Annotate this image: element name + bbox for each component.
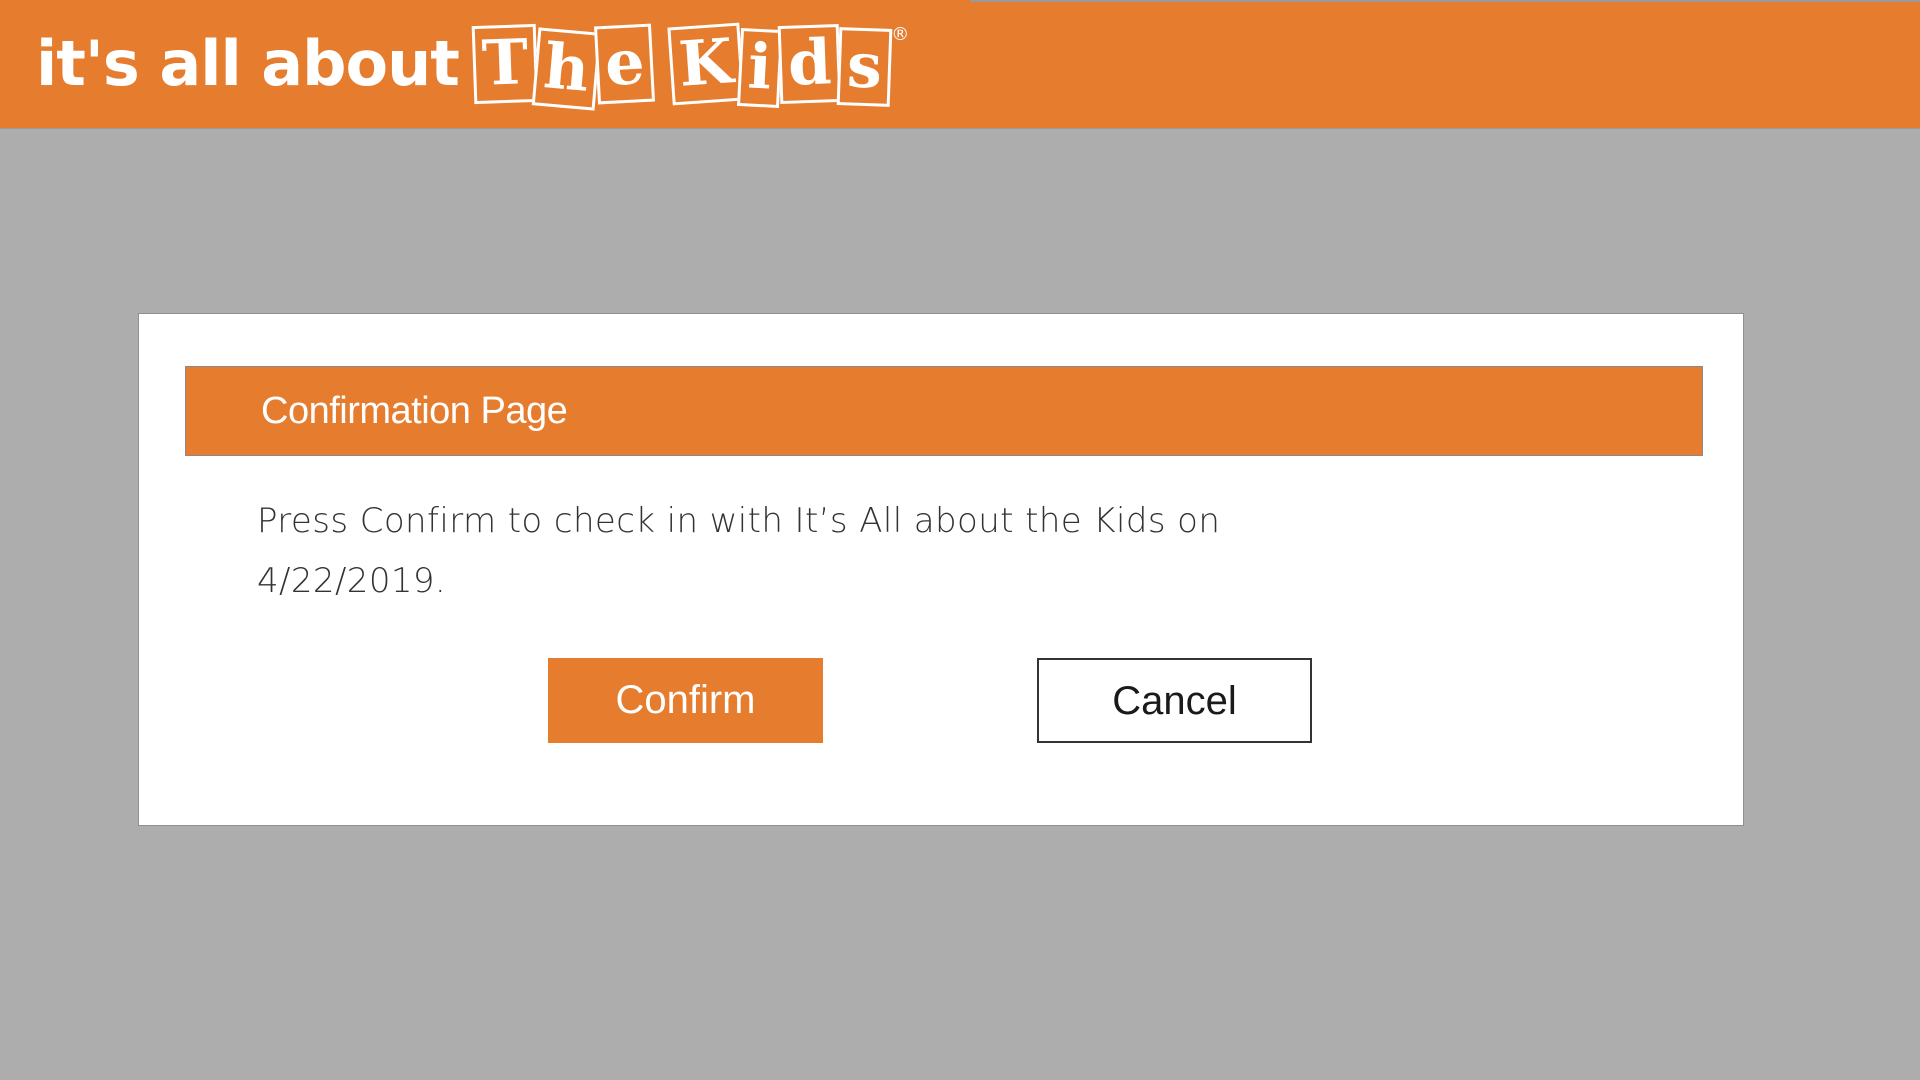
brand-logo: it's all about T h e K i d s ®: [36, 8, 909, 120]
registered-mark: ®: [891, 24, 910, 45]
brand-tile: i: [737, 27, 784, 109]
confirm-button[interactable]: Confirm: [548, 658, 823, 743]
header-divider: [970, 0, 1920, 2]
dialog-title: Confirmation Page: [261, 390, 568, 432]
confirmation-dialog: Confirmation Page Press Confirm to check…: [138, 313, 1744, 826]
brand-tile: d: [777, 23, 842, 105]
dialog-message-line: Press Confirm to check in with It’s All …: [257, 501, 1221, 541]
dialog-message: Press Confirm to check in with It’s All …: [257, 491, 1257, 611]
brand-tile: e: [594, 23, 656, 105]
brand-tile: T: [471, 23, 539, 105]
brand-tiles: T h e K i d s ®: [471, 20, 909, 111]
brand-tile: h: [531, 27, 602, 111]
brand-tile: s: [837, 27, 893, 107]
brand-tagline: it's all about: [36, 27, 460, 100]
app-header: it's all about T h e K i d s ®: [0, 0, 1920, 129]
dialog-message-date: 4/22/2019.: [257, 561, 447, 601]
dialog-header: Confirmation Page: [185, 366, 1703, 456]
cancel-button[interactable]: Cancel: [1037, 658, 1312, 743]
brand-tile: K: [666, 22, 745, 106]
